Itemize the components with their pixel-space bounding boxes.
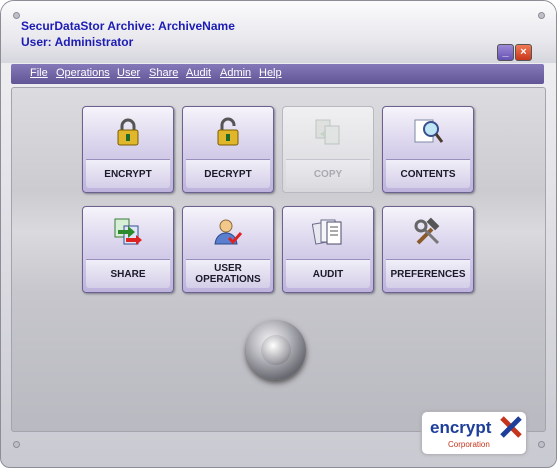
decrypt-button[interactable]: DECRYPT xyxy=(182,106,274,193)
audit-label: AUDIT xyxy=(286,259,370,288)
menu-help[interactable]: Help xyxy=(259,67,282,79)
close-button[interactable]: × xyxy=(515,44,532,61)
menu-user[interactable]: User xyxy=(117,67,140,79)
contents-button[interactable]: CONTENTS xyxy=(382,106,474,193)
share-button[interactable]: SHARE xyxy=(82,206,174,293)
corner-screw-icon xyxy=(538,12,545,19)
user-operations-button[interactable]: USER OPERATIONS xyxy=(182,206,274,293)
copy-documents-icon xyxy=(315,119,340,145)
menu-operations[interactable]: Operations xyxy=(56,67,110,79)
minimize-button[interactable]: _ xyxy=(497,44,514,61)
encrypt-label: ENCRYPT xyxy=(86,159,170,188)
menu-audit[interactable]: Audit xyxy=(186,67,211,79)
window-title: SecurDataStor Archive: ArchiveName xyxy=(21,19,235,33)
logo-x-icon xyxy=(500,416,522,438)
unlocked-padlock-icon xyxy=(217,117,239,146)
menu-file[interactable]: File xyxy=(30,67,48,79)
logo-subtitle: Corporation xyxy=(448,440,490,449)
title-bar[interactable]: SecurDataStor Archive: ArchiveName User:… xyxy=(1,1,556,63)
contents-label: CONTENTS xyxy=(386,159,470,188)
menu-bar: File Operations User Share Audit Admin H… xyxy=(11,64,544,84)
decrypt-label: DECRYPT xyxy=(186,159,270,188)
logo-brand: encrypt xyxy=(430,418,492,437)
menu-share[interactable]: Share xyxy=(149,67,178,79)
copy-label: COPY xyxy=(286,159,370,188)
encrypt-button[interactable]: ENCRYPT xyxy=(82,106,174,193)
copy-button[interactable]: COPY xyxy=(282,106,374,193)
magnifier-document-icon xyxy=(414,119,444,143)
tools-icon xyxy=(414,217,440,245)
audit-documents-icon xyxy=(312,219,342,245)
user-check-icon xyxy=(214,219,243,245)
menu-admin[interactable]: Admin xyxy=(220,67,251,79)
corner-screw-icon xyxy=(538,441,545,448)
vault-dial-icon xyxy=(246,320,306,380)
audit-button[interactable]: AUDIT xyxy=(282,206,374,293)
share-arrows-icon xyxy=(114,218,142,245)
encrypt-corporation-logo: encrypt Corporation xyxy=(421,411,527,455)
user-operations-label: USER OPERATIONS xyxy=(186,259,270,288)
preferences-button[interactable]: PREFERENCES xyxy=(382,206,474,293)
window-user: User: Administrator xyxy=(21,35,134,49)
main-panel: ENCRYPT DECRYPT COPY CONTENTS SHARE USER… xyxy=(11,87,546,432)
app-window: SecurDataStor Archive: ArchiveName User:… xyxy=(0,0,557,468)
corner-screw-icon xyxy=(13,441,20,448)
preferences-label: PREFERENCES xyxy=(386,259,470,288)
share-label: SHARE xyxy=(86,259,170,288)
corner-screw-icon xyxy=(13,12,20,19)
vault-dial-center xyxy=(261,335,291,365)
locked-padlock-icon xyxy=(117,118,139,146)
